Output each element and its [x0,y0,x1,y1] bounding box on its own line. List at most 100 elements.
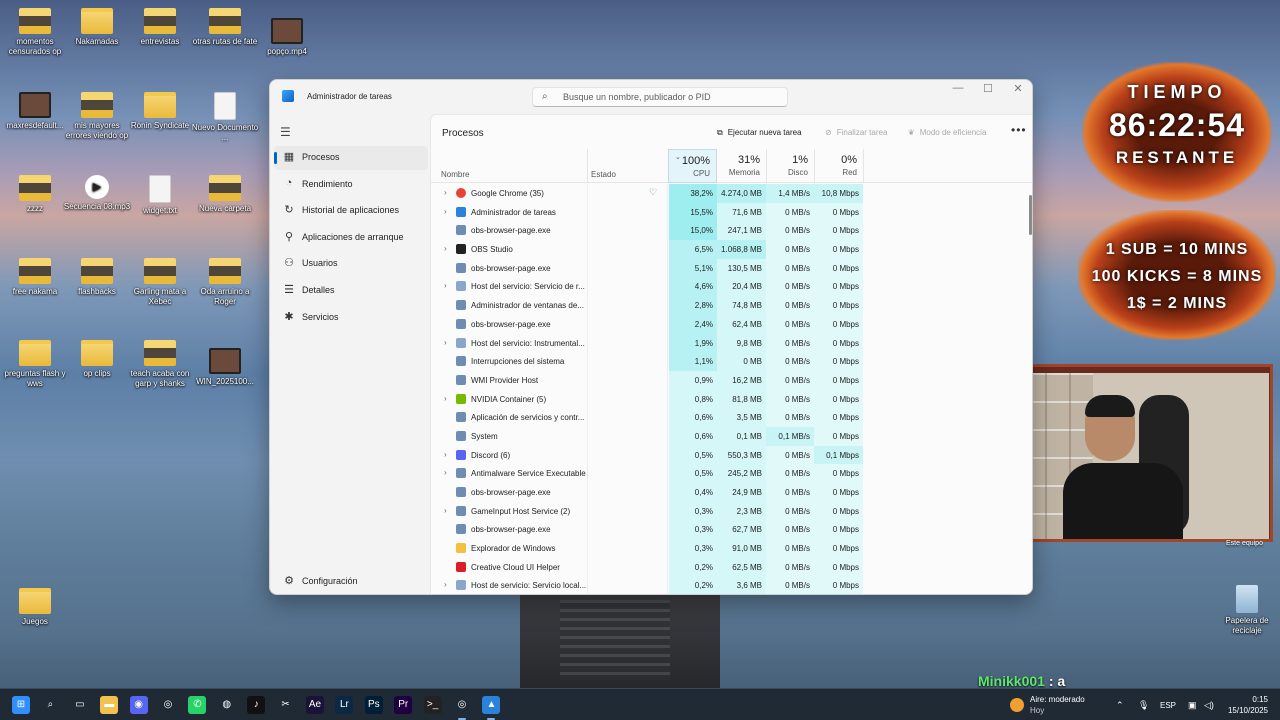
start-icon[interactable]: ⊞ [12,696,30,714]
lightroom-icon[interactable]: Lr [335,696,354,714]
tiktok-icon[interactable]: ♪ [247,696,266,714]
maximize-button[interactable]: ☐ [973,82,1003,95]
sidebar-item-procesos[interactable]: ▦ Procesos [274,146,428,170]
desktop-icon[interactable]: maxresdefault... [0,92,70,131]
sidebar-item-rendimiento[interactable]: ◔ Rendimiento [274,173,428,197]
table-row[interactable]: System 0,6% 0,1 MB 0,1 MB/s 0 Mbps [431,426,1031,446]
whatsapp-icon[interactable]: ✆ [188,696,207,714]
desktop-icon[interactable]: free nakama [0,258,70,297]
search-icon[interactable]: ⌕ [41,696,60,714]
table-row[interactable]: › NVIDIA Container (5) 0,8% 81,8 MB 0 MB/s 0 … [431,389,1031,409]
column-memory[interactable]: 31% Memoria [717,149,766,183]
desktop-icon[interactable]: Papelera de reciclaje [1212,585,1280,636]
column-status[interactable]: Estado [591,170,616,179]
table-row[interactable]: › GameInput Host Service (2) 0,3% 2,3 MB 0 M… [431,501,1031,521]
premiere-icon[interactable]: Pr [394,696,413,714]
desktop-icon[interactable]: preguntas flash y wws [0,340,70,389]
table-row[interactable]: Administrador de ventanas de... 2,8% 74,8 … [431,296,1031,315]
minimize-button[interactable]: — [943,82,973,94]
sidebar-item-historial-de-aplicaciones[interactable]: ↻ Historial de aplicaciones [274,199,428,223]
desktop-icon[interactable]: otras rutas de fate [190,8,260,47]
chevron-right-icon[interactable]: › [444,207,447,216]
desktop-icon[interactable]: zzzz [0,175,70,214]
column-cpu[interactable]: ⌄ 100% CPU [668,149,717,183]
column-network[interactable]: 0% Red [814,149,863,183]
sidebar-item-servicios[interactable]: ✱ Servicios [274,306,428,330]
desktop-icon[interactable]: popço.mp4 [252,18,322,57]
show-hidden-icons-icon[interactable]: ⌃ [1116,700,1124,711]
table-row[interactable]: Creative Cloud UI Helper 0,2% 62,5 MB 0 MB/… [431,557,1031,577]
desktop-icon[interactable]: Nueva carpeta [190,175,260,214]
run-new-task-button[interactable]: ⧉ Ejecutar nueva tarea [717,128,802,138]
table-row[interactable]: Explorador de Windows 0,3% 91,0 MB 0 MB/s 0 … [431,539,1031,558]
sidebar-item-aplicaciones-de-arranque[interactable]: ⚲ Aplicaciones de arranque [274,226,428,250]
chevron-right-icon[interactable]: › [444,450,447,459]
chevron-right-icon[interactable]: › [444,188,447,197]
desktop-icon[interactable]: widget.txt [125,175,195,216]
chrome-alt-icon[interactable]: ◎ [453,696,471,720]
table-row[interactable]: › Host del servicio: Servicio de r... 4,6%… [431,277,1031,297]
table-row[interactable]: › Administrador de tareas 15,5% 71,6 MB 0 MB… [431,202,1031,222]
table-row[interactable]: obs-browser-page.exe 15,0% 247,1 MB 0 MB/s 0… [431,221,1031,241]
sidebar-item-settings[interactable]: ⚙ Configuración [274,570,428,594]
table-row[interactable]: › Antimalware Service Executable 0,5% 245,2… [431,464,1031,483]
table-row[interactable]: Interrupciones del sistema 1,1% 0 MB 0 MB/s… [431,352,1031,371]
column-name[interactable]: Nombre [441,170,469,179]
table-row[interactable]: › OBS Studio 6,5% 1.068,8 MB 0 MB/s 0 Mbps [431,240,1031,259]
desktop-icon[interactable]: momentos censurados op [0,8,70,57]
desktop-icon[interactable]: Juegos [0,588,70,627]
sidebar-item-detalles[interactable]: ☰ Detalles [274,279,428,303]
desktop-icon[interactable]: Nakamadas [62,8,132,47]
hamburger-menu-icon[interactable]: ☰ [280,125,291,139]
desktop-icon[interactable]: flashbacks [62,258,132,297]
column-disk[interactable]: 1% Disco [766,149,814,183]
obs-icon[interactable]: ◍ [217,696,236,714]
table-row[interactable]: Aplicación de servicios y contr... 0,6% 3,… [431,408,1031,427]
chevron-right-icon[interactable]: › [444,394,447,403]
desktop-icon[interactable]: ▶ Secuencia 08.mp3 [62,175,132,212]
chevron-right-icon[interactable]: › [444,506,447,515]
close-button[interactable]: ✕ [1003,82,1032,95]
desktop-icon[interactable]: Oda arruino a Roger [190,258,260,307]
microphone-icon[interactable]: 🎙 [1138,700,1149,711]
desktop-icon[interactable]: teach acaba con garp y shanks [125,340,195,389]
desktop-icon[interactable]: Ronin Syndicate [125,92,195,131]
terminal-icon[interactable]: >_ [423,696,442,714]
capcut-icon[interactable]: ✂ [276,696,295,714]
title-bar[interactable]: Administrador de tareas ⌕ Busque un nomb… [270,80,1032,114]
table-row[interactable]: › Host del servicio: Instrumental... 1,9% 9… [431,333,1031,353]
explorer-icon[interactable]: ▬ [100,696,119,714]
desktop-icon[interactable]: WIN_2025100... [190,348,260,387]
taskmanager-icon[interactable]: ▲ [482,696,501,720]
network-icon[interactable]: ▣ [1188,700,1197,711]
clock[interactable]: 0:15 15/10/2025 [1222,694,1268,716]
more-options-icon[interactable]: ••• [1011,123,1027,137]
photoshop-icon[interactable]: Ps [364,696,383,714]
table-row[interactable]: WMI Provider Host 0,9% 16,2 MB 0 MB/s 0 Mbps [431,370,1031,390]
table-row[interactable]: › Google Chrome (35) ♡ 38,2% 4.274,0 MB 1,4 M… [431,184,1031,203]
end-task-button[interactable]: ⊘ Finalizar tarea [825,128,887,137]
table-row[interactable]: › Discord (6) 0,5% 550,3 MB 0 MB/s 0,1 Mbps [431,445,1031,465]
desktop-icon[interactable]: Garling mata a Xebec [125,258,195,307]
language-indicator[interactable]: ESP [1160,701,1176,710]
chevron-right-icon[interactable]: › [444,244,447,253]
taskview-icon[interactable]: ▭ [70,696,89,714]
chrome-icon[interactable]: ◎ [159,696,177,714]
table-row[interactable]: obs-browser-page.exe 0,3% 62,7 MB 0 MB/s 0 M… [431,520,1031,540]
after-effects-icon[interactable]: Ae [306,696,324,714]
volume-icon[interactable]: ◁) [1204,700,1214,711]
desktop-icon[interactable]: Nuevo Documento ... [190,92,260,143]
table-row[interactable]: obs-browser-page.exe 5,1% 130,5 MB 0 MB/s 0 … [431,258,1031,278]
efficiency-mode-button[interactable]: ❦ Modo de eficiencia [908,128,986,137]
chevron-right-icon[interactable]: › [444,580,447,589]
process-search-input[interactable]: ⌕ Busque un nombre, publicador o PID [532,87,788,107]
table-row[interactable]: obs-browser-page.exe 2,4% 62,4 MB 0 MB/s 0 M… [431,314,1031,334]
scrollbar-thumb[interactable] [1029,195,1032,235]
table-row[interactable]: › Host de servicio: Servicio local... 0,2%… [431,576,1031,594]
chevron-right-icon[interactable]: › [444,338,447,347]
desktop-icon[interactable]: op clips [62,340,132,379]
discord-icon[interactable]: ◉ [129,696,148,714]
table-row[interactable]: obs-browser-page.exe 0,4% 24,9 MB 0 MB/s 0 M… [431,483,1031,502]
chevron-right-icon[interactable]: › [444,468,447,477]
desktop-icon[interactable]: mis mayores errores viendo op [62,92,132,141]
